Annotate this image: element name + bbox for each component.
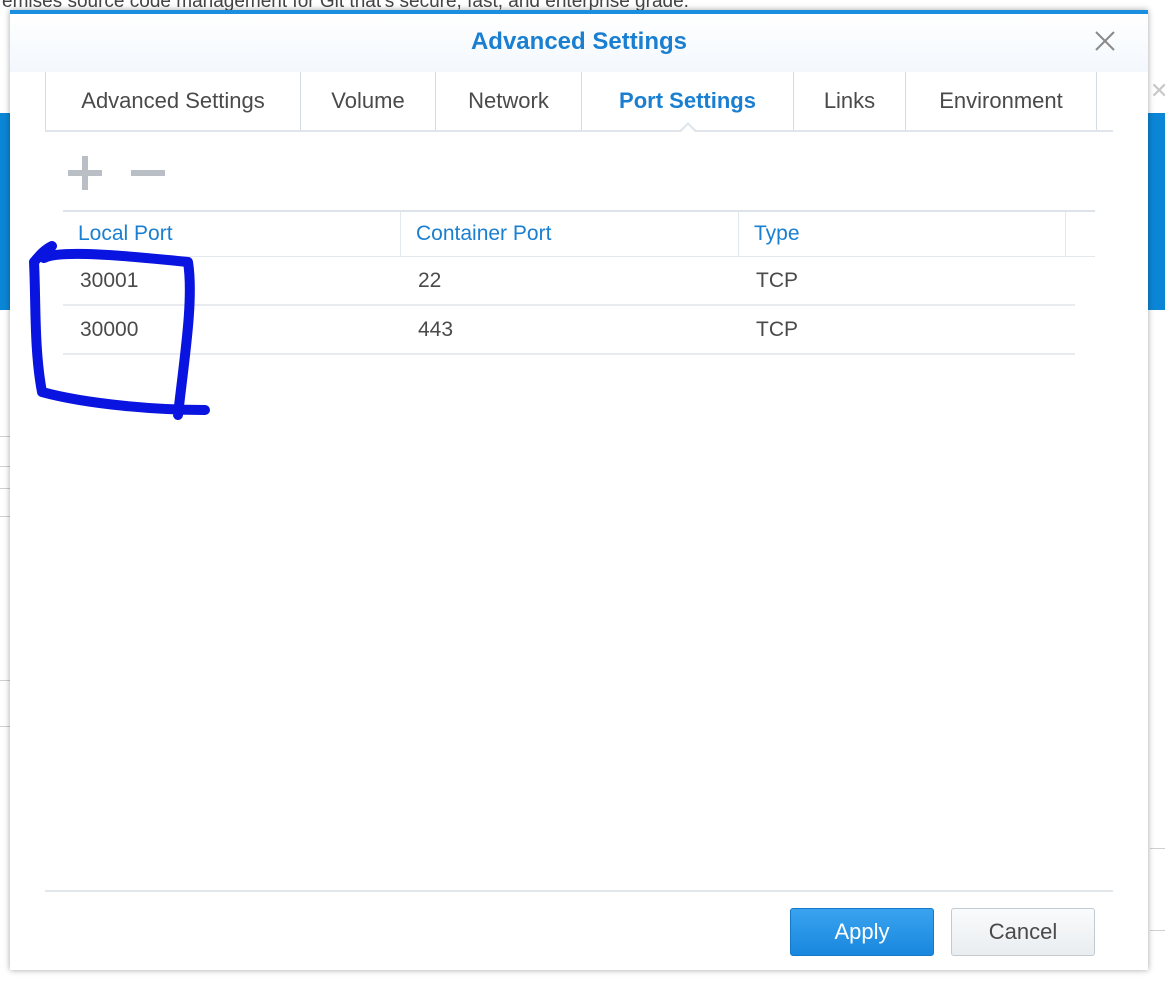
type-cell: TCP: [756, 268, 798, 292]
background-divider: [0, 466, 10, 467]
background-divider: [1150, 930, 1165, 931]
tab-label: Volume: [331, 88, 405, 113]
background-divider: [0, 726, 10, 727]
close-button[interactable]: [1092, 28, 1118, 54]
local-port-cell: 30001: [80, 268, 139, 292]
column-header-local-port[interactable]: Local Port: [63, 212, 401, 256]
plus-icon: [68, 156, 102, 190]
tab-label: Network: [468, 88, 549, 113]
cancel-button[interactable]: Cancel: [951, 908, 1095, 956]
dialog-header: Advanced Settings: [10, 14, 1148, 72]
background-divider: [0, 680, 10, 681]
tab-label: Environment: [939, 88, 1063, 113]
background-close-icon: ✕: [1150, 78, 1165, 103]
tab-network[interactable]: Network: [435, 72, 581, 130]
column-header-label: Type: [754, 222, 800, 245]
dialog-title: Advanced Settings: [470, 28, 688, 55]
tab-volume[interactable]: Volume: [300, 72, 435, 130]
tab-advanced-settings[interactable]: Advanced Settings: [45, 72, 300, 130]
apply-button[interactable]: Apply: [790, 908, 934, 956]
table-header: Local Port Container Port Type: [63, 210, 1095, 257]
tab-port-settings[interactable]: Port Settings: [581, 72, 793, 133]
background-divider: [0, 436, 10, 437]
type-cell: TCP: [756, 317, 798, 341]
container-port-cell: 443: [418, 317, 454, 341]
close-icon: [1095, 31, 1115, 51]
add-port-button[interactable]: [66, 154, 104, 192]
column-header-spacer: [1066, 212, 1095, 256]
tab-environment[interactable]: Environment: [905, 72, 1097, 130]
background-divider: [0, 516, 10, 517]
active-tab-indicator: [677, 122, 698, 133]
minus-icon: [131, 170, 165, 176]
tab-label: Port Settings: [619, 88, 756, 113]
local-port-cell: 30000: [80, 317, 139, 341]
footer-divider: [45, 890, 1113, 892]
column-header-label: Local Port: [78, 222, 173, 245]
tab-links[interactable]: Links: [793, 72, 905, 130]
tab-label: Links: [823, 88, 876, 113]
tab-label: Advanced Settings: [81, 88, 265, 113]
column-header-type[interactable]: Type: [739, 212, 1066, 256]
port-table: Local Port Container Port Type 30001 22 …: [63, 210, 1095, 355]
column-header-container-port[interactable]: Container Port: [401, 212, 739, 256]
tab-bar: Advanced Settings Volume Network Port Se…: [45, 72, 1113, 133]
advanced-settings-dialog: Advanced Settings Advanced Settings Volu…: [10, 10, 1148, 970]
table-row[interactable]: 30000 443 TCP: [63, 306, 1075, 355]
table-row[interactable]: 30001 22 TCP: [63, 257, 1075, 306]
column-header-label: Container Port: [416, 222, 552, 245]
container-port-cell: 22: [418, 268, 442, 292]
background-divider: [0, 488, 10, 489]
remove-port-button[interactable]: [129, 154, 167, 192]
background-divider: [1150, 848, 1165, 849]
